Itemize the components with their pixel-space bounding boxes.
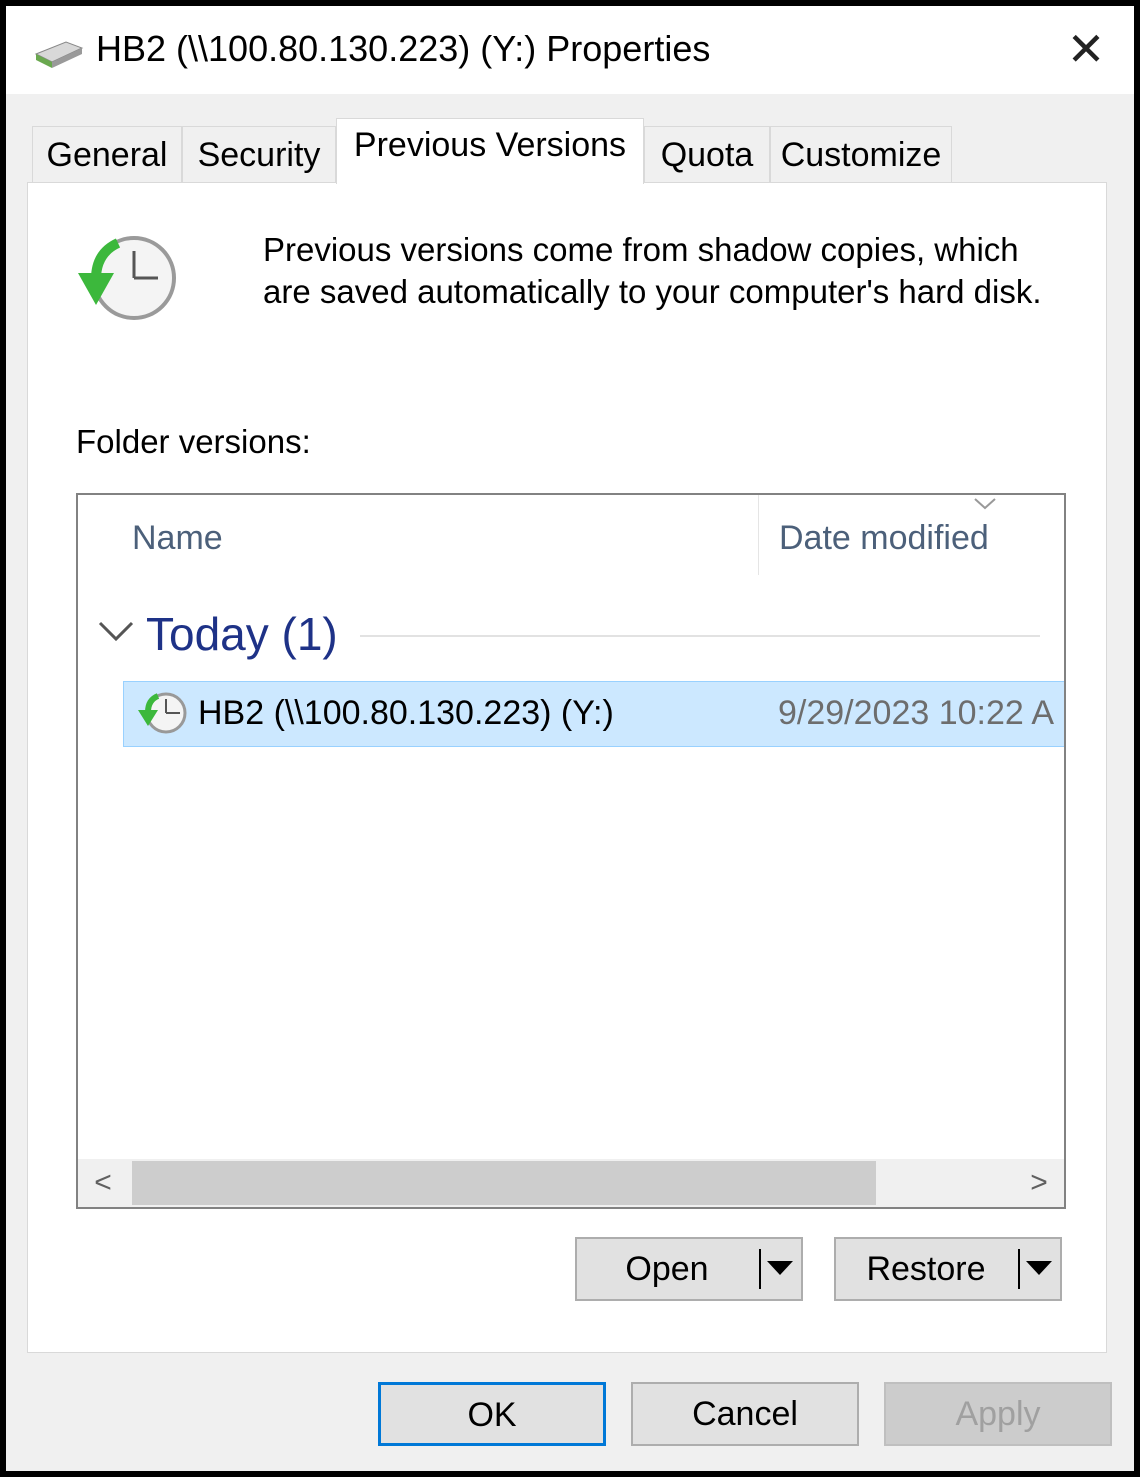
previous-versions-panel: Previous versions come from shadow copie… [27,182,1107,1353]
restore-button-label[interactable]: Restore [836,1239,1016,1299]
open-button-label[interactable]: Open [577,1239,757,1299]
network-drive-icon [34,41,84,68]
column-header-date-modified[interactable]: Date modified [779,519,989,558]
column-header-name[interactable]: Name [132,519,223,558]
apply-button[interactable]: Apply [884,1382,1112,1446]
split-separator [759,1249,761,1289]
folder-versions-list[interactable]: Name Date modified Today (1) HB2 (\\100.… [76,493,1066,1209]
open-split-button[interactable]: Open [575,1237,803,1301]
chevron-down-icon[interactable] [98,619,134,643]
tab-previous-versions[interactable]: Previous Versions [336,118,644,184]
horizontal-scrollbar[interactable]: < > [78,1159,1064,1207]
dropdown-arrow-icon[interactable] [767,1261,793,1275]
tab-quota[interactable]: Quota [644,126,770,182]
scrollbar-thumb[interactable] [132,1161,876,1205]
info-line-1: Previous versions come from shadow copie… [263,231,1019,268]
cancel-button[interactable]: Cancel [631,1382,859,1446]
item-name: HB2 (\\100.80.130.223) (Y:) [198,694,614,732]
group-label: Today (1) [146,608,338,660]
restore-clock-icon [78,236,176,320]
info-line-2: are saved automatically to your computer… [263,273,1042,310]
tab-security[interactable]: Security [182,126,336,182]
column-separator[interactable] [758,495,759,575]
restore-split-button[interactable]: Restore [834,1237,1062,1301]
ok-button[interactable]: OK [378,1382,606,1446]
scroll-left-button[interactable]: < [78,1159,128,1207]
close-button[interactable]: ✕ [1061,24,1111,74]
folder-versions-label: Folder versions: [76,423,311,460]
item-date-modified: 9/29/2023 10:22 A [778,694,1055,732]
info-text: Previous versions come from shadow copie… [263,229,1042,313]
window-title: HB2 (\\100.80.130.223) (Y:) Properties [96,28,711,69]
group-divider [360,635,1040,637]
properties-dialog: HB2 (\\100.80.130.223) (Y:) Properties ✕… [6,6,1134,1471]
dropdown-arrow-icon[interactable] [1026,1261,1052,1275]
sort-chevron-icon [974,498,996,510]
title-bar: HB2 (\\100.80.130.223) (Y:) Properties ✕ [6,6,1134,94]
tab-general[interactable]: General [32,126,182,182]
list-item[interactable]: HB2 (\\100.80.130.223) (Y:) 9/29/2023 10… [123,681,1064,747]
split-separator [1018,1249,1020,1289]
scroll-right-button[interactable]: > [1014,1159,1064,1207]
restore-clock-icon [138,692,187,734]
tab-customize[interactable]: Customize [770,126,952,182]
